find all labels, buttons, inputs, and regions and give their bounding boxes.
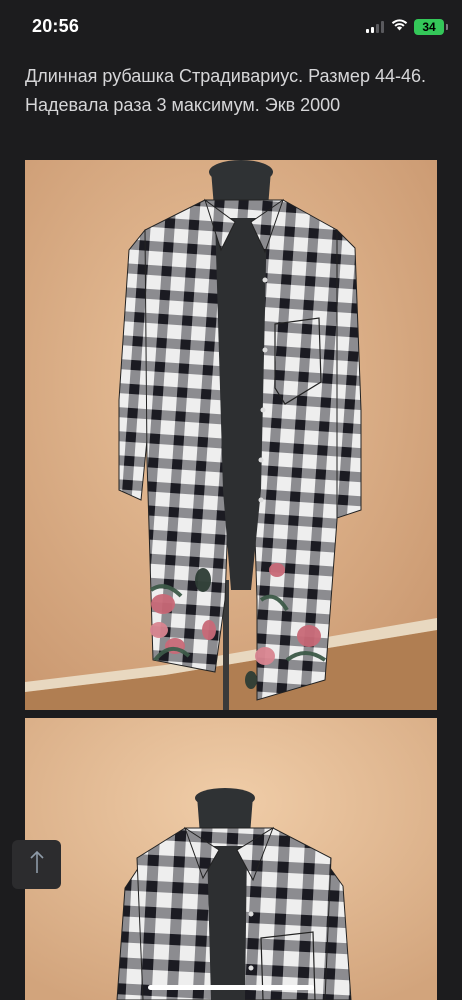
listing-description: Длинная рубашка Страдивариус. Размер 44-… xyxy=(25,66,426,115)
battery-icon: 34 xyxy=(414,19,448,35)
status-bar: 20:56 34 xyxy=(0,0,462,54)
home-indicator[interactable] xyxy=(148,985,314,990)
status-time: 20:56 xyxy=(32,16,80,36)
wifi-icon xyxy=(391,18,408,36)
signal-icon xyxy=(366,21,384,33)
listing-screen: 20:56 34 Длинная рубашка Страдивариус. Р… xyxy=(0,0,462,1000)
status-icons: 34 xyxy=(366,17,448,37)
scroll-to-top-button[interactable] xyxy=(12,840,61,889)
listing-photo-1[interactable] xyxy=(25,160,437,710)
arrow-up-icon xyxy=(29,850,45,879)
listing-photo-2[interactable] xyxy=(25,718,437,1000)
battery-level: 34 xyxy=(422,20,436,34)
